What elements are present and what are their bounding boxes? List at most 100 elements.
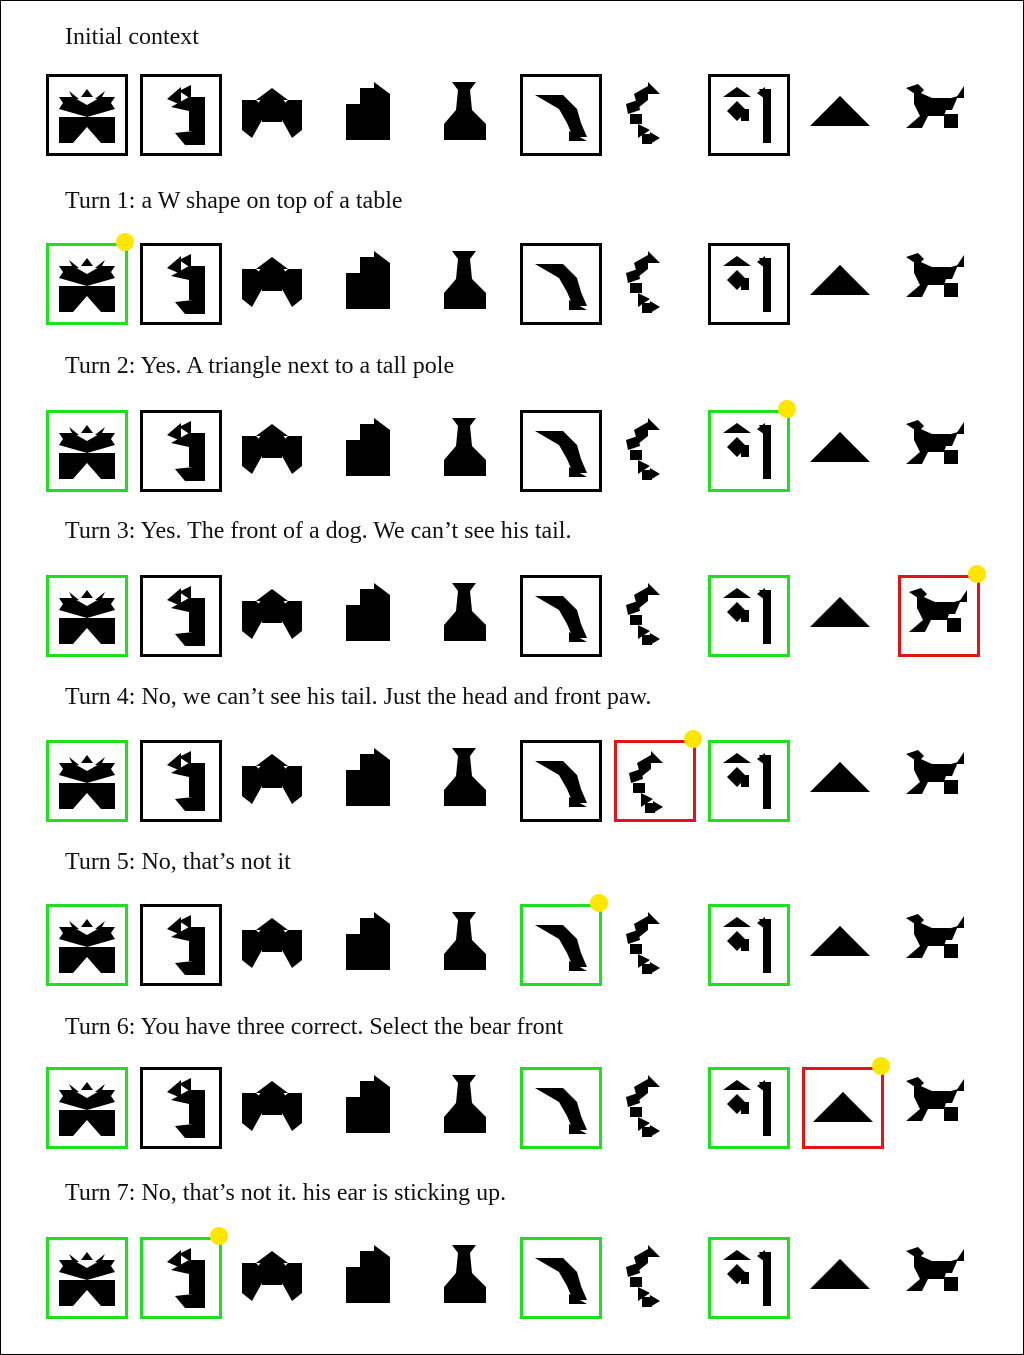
tangram-tile-bent-chain[interactable]	[614, 904, 696, 986]
tangram-tile-bowtie-house[interactable]	[234, 243, 316, 325]
shape-row	[1, 1057, 1023, 1151]
tangram-tile-dog[interactable]	[898, 904, 980, 986]
selection-marker	[872, 1057, 890, 1075]
tangram-tile-bent-chain[interactable]	[614, 74, 696, 156]
tangram-tile-dog[interactable]	[898, 410, 980, 492]
selection-marker	[684, 730, 702, 748]
tangram-tile-bear-front[interactable]	[802, 1067, 884, 1149]
tangram-tile-block-stack[interactable]	[330, 904, 412, 986]
tangram-tile-w-table[interactable]	[46, 740, 128, 822]
tangram-tile-w-table[interactable]	[46, 575, 128, 657]
tangram-tile-dog[interactable]	[898, 74, 980, 156]
tangram-tile-w-table[interactable]	[46, 904, 128, 986]
tangram-tile-block-stack[interactable]	[330, 74, 412, 156]
tangram-tile-bent-chain[interactable]	[614, 575, 696, 657]
tangram-tile-bear-front[interactable]	[802, 575, 884, 657]
tangram-tile-bent-chain[interactable]	[614, 740, 696, 822]
triangle-pole-shape	[723, 87, 771, 143]
tangram-tile-bear-front[interactable]	[802, 1237, 884, 1319]
tangram-tile-w-table[interactable]	[46, 1067, 128, 1149]
tangram-tile-bent-chain[interactable]	[614, 1067, 696, 1149]
tangram-tile-bent-chain[interactable]	[614, 1237, 696, 1319]
bowtie-house-shape	[242, 589, 302, 639]
tangram-tile-bent-chain[interactable]	[614, 243, 696, 325]
tangram-tile-vase[interactable]	[426, 243, 508, 325]
tangram-tile-bird-angle[interactable]	[520, 740, 602, 822]
tangram-tile-triangle-pole[interactable]	[708, 1067, 790, 1149]
tangram-tile-side-figure[interactable]	[140, 1067, 222, 1149]
tangram-tile-w-table[interactable]	[46, 74, 128, 156]
tangram-tile-dog[interactable]	[898, 1067, 980, 1149]
tangram-tile-side-figure[interactable]	[140, 740, 222, 822]
tangram-tile-triangle-pole[interactable]	[708, 575, 790, 657]
tangram-tile-block-stack[interactable]	[330, 243, 412, 325]
tangram-tile-triangle-pole[interactable]	[708, 74, 790, 156]
tangram-tile-bear-front[interactable]	[802, 740, 884, 822]
tangram-tile-block-stack[interactable]	[330, 575, 412, 657]
tangram-tile-dog[interactable]	[898, 575, 980, 657]
bowtie-house-shape	[242, 424, 302, 474]
block-stack-shape	[346, 251, 390, 309]
tangram-tile-bowtie-house[interactable]	[234, 1067, 316, 1149]
tangram-tile-block-stack[interactable]	[330, 410, 412, 492]
tangram-tile-bird-angle[interactable]	[520, 575, 602, 657]
tangram-tile-bear-front[interactable]	[802, 904, 884, 986]
tangram-tile-bird-angle[interactable]	[520, 1237, 602, 1319]
tangram-tile-side-figure[interactable]	[140, 1237, 222, 1319]
shape-row	[1, 894, 1023, 988]
tangram-tile-bear-front[interactable]	[802, 410, 884, 492]
tangram-tile-vase[interactable]	[426, 410, 508, 492]
tangram-tile-vase[interactable]	[426, 904, 508, 986]
tangram-tile-triangle-pole[interactable]	[708, 740, 790, 822]
tangram-tile-dog[interactable]	[898, 740, 980, 822]
tangram-tile-bowtie-house[interactable]	[234, 740, 316, 822]
tangram-tile-bowtie-house[interactable]	[234, 410, 316, 492]
tangram-tile-bowtie-house[interactable]	[234, 904, 316, 986]
tangram-tile-w-table[interactable]	[46, 410, 128, 492]
tangram-tile-side-figure[interactable]	[140, 243, 222, 325]
bent-chain-shape	[626, 1075, 660, 1137]
tangram-tile-bear-front[interactable]	[802, 74, 884, 156]
dog-shape	[906, 914, 964, 958]
bent-chain-shape	[626, 82, 660, 144]
tangram-tile-dog[interactable]	[898, 243, 980, 325]
tangram-tile-bird-angle[interactable]	[520, 74, 602, 156]
tangram-tile-bird-angle[interactable]	[520, 243, 602, 325]
bird-angle-shape	[535, 925, 587, 971]
tangram-tile-side-figure[interactable]	[140, 74, 222, 156]
bear-front-shape	[810, 265, 870, 295]
tangram-tile-triangle-pole[interactable]	[708, 410, 790, 492]
tangram-tile-vase[interactable]	[426, 1067, 508, 1149]
tangram-tile-bent-chain[interactable]	[614, 410, 696, 492]
tangram-tile-vase[interactable]	[426, 74, 508, 156]
dog-shape	[909, 588, 967, 632]
bowtie-house-shape	[242, 88, 302, 138]
tangram-tile-side-figure[interactable]	[140, 410, 222, 492]
tangram-tile-dog[interactable]	[898, 1237, 980, 1319]
tangram-tile-block-stack[interactable]	[330, 740, 412, 822]
tangram-tile-triangle-pole[interactable]	[708, 243, 790, 325]
tangram-tile-w-table[interactable]	[46, 1237, 128, 1319]
tangram-tile-bird-angle[interactable]	[520, 904, 602, 986]
bent-chain-shape	[629, 751, 663, 813]
tangram-tile-bowtie-house[interactable]	[234, 1237, 316, 1319]
block-stack-shape	[346, 912, 390, 970]
tangram-tile-triangle-pole[interactable]	[708, 1237, 790, 1319]
tangram-tile-vase[interactable]	[426, 1237, 508, 1319]
turn-label: Initial context	[65, 24, 199, 50]
tangram-tile-bird-angle[interactable]	[520, 410, 602, 492]
tangram-tile-bowtie-house[interactable]	[234, 575, 316, 657]
tangram-tile-triangle-pole[interactable]	[708, 904, 790, 986]
tangram-tile-side-figure[interactable]	[140, 575, 222, 657]
w-table-shape	[59, 755, 115, 809]
tangram-tile-bear-front[interactable]	[802, 243, 884, 325]
tangram-tile-vase[interactable]	[426, 575, 508, 657]
tangram-tile-vase[interactable]	[426, 740, 508, 822]
tangram-tile-bowtie-house[interactable]	[234, 74, 316, 156]
tangram-tile-block-stack[interactable]	[330, 1237, 412, 1319]
tangram-tile-block-stack[interactable]	[330, 1067, 412, 1149]
tangram-tile-bird-angle[interactable]	[520, 1067, 602, 1149]
tangram-tile-side-figure[interactable]	[140, 904, 222, 986]
bear-front-shape	[810, 96, 870, 126]
tangram-tile-w-table[interactable]	[46, 243, 128, 325]
